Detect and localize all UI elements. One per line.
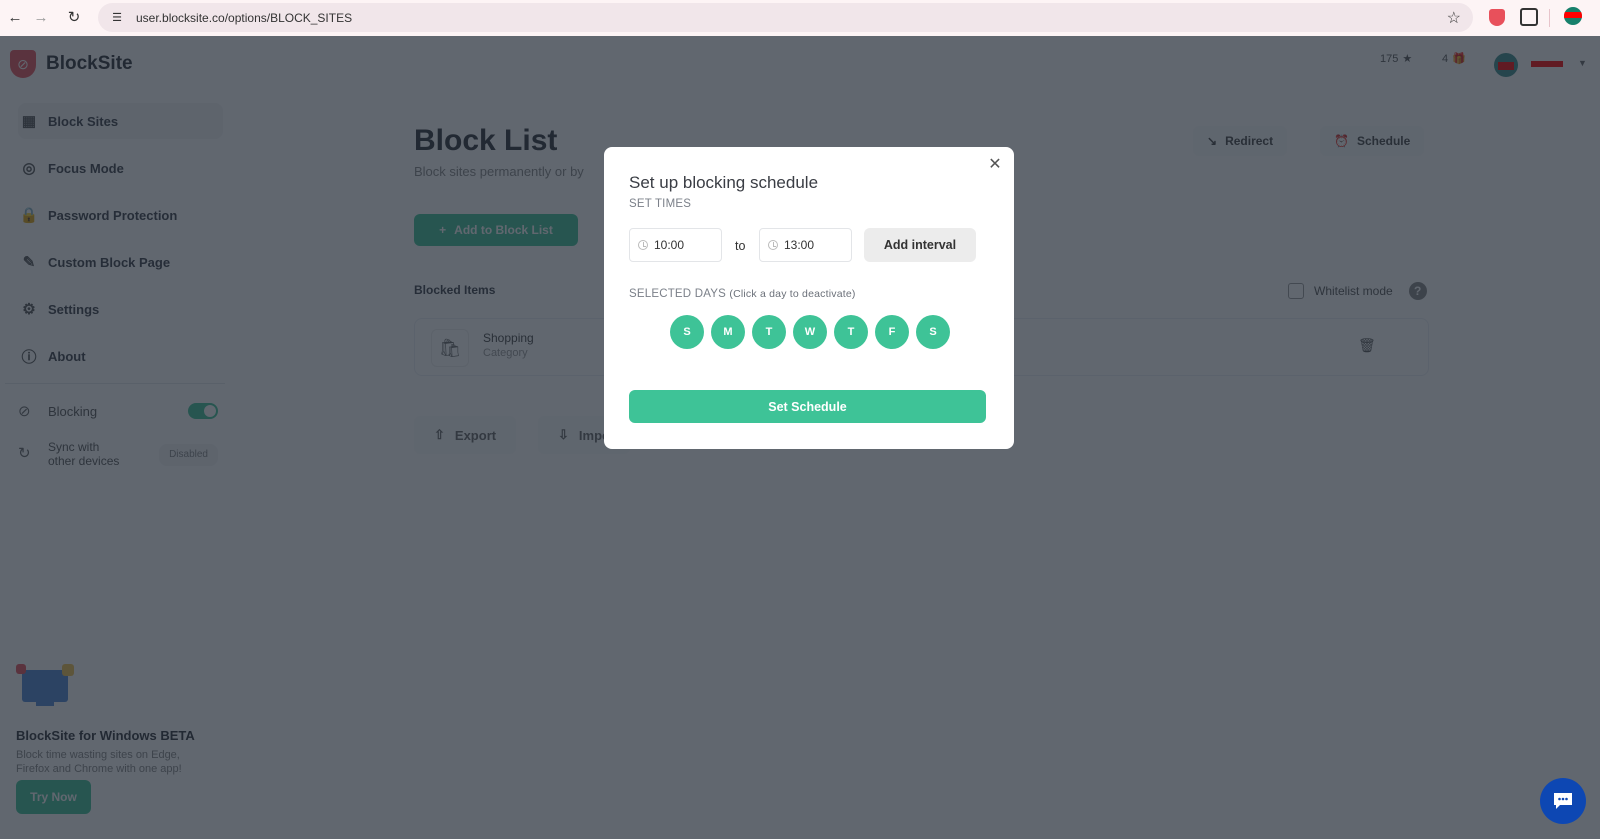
arrow-left-icon: ← [7,8,23,26]
to-label: to [735,239,746,253]
day-thursday[interactable]: T [834,315,868,349]
reload-icon: ↻ [67,9,81,26]
set-schedule-button[interactable]: Set Schedule [629,390,986,423]
selected-days-hint: (Click a day to deactivate) [729,288,856,300]
day-monday[interactable]: M [711,315,745,349]
url-text[interactable]: user.blocksite.co/options/BLOCK_SITES [136,11,352,25]
chat-support-button[interactable] [1540,778,1586,824]
clock-icon [638,240,648,250]
to-time-input[interactable]: 13:00 [759,228,852,262]
day-selector: S M T W T F S [670,315,950,349]
extensions-icon[interactable] [1520,8,1538,26]
forward-button[interactable]: → [30,6,52,28]
to-time-value: 13:00 [784,238,815,252]
modal-title: Set up blocking schedule [629,173,819,192]
day-wednesday[interactable]: W [793,315,827,349]
browser-toolbar: ← → ↻ ☰ user.blocksite.co/options/BLOCK_… [0,0,1600,36]
schedule-modal: ✕ Set up blocking schedule SET TIMES 10:… [604,147,1014,449]
back-button[interactable]: ← [4,6,26,28]
day-friday[interactable]: F [875,315,909,349]
reload-button[interactable]: ↻ [63,6,85,28]
star-icon[interactable]: ☆ [1447,8,1461,28]
close-icon[interactable]: ✕ [986,155,1004,173]
clock-icon [768,240,778,250]
selected-days-label: SELECTED DAYS (Click a day to deactivate… [629,288,856,300]
from-time-value: 10:00 [654,238,685,252]
toolbar-divider [1549,9,1550,27]
set-times-label: SET TIMES [629,198,692,210]
blocksite-extension-icon[interactable] [1489,9,1505,26]
from-time-input[interactable]: 10:00 [629,228,722,262]
day-sunday[interactable]: S [670,315,704,349]
site-info-icon[interactable]: ☰ [110,11,124,25]
profile-avatar[interactable] [1564,7,1582,25]
selected-days-title: SELECTED DAYS [629,288,726,300]
chat-bubble-icon [1554,793,1572,809]
avatar-redaction [1564,12,1582,18]
address-bar[interactable]: ☰ user.blocksite.co/options/BLOCK_SITES … [98,3,1473,32]
day-saturday[interactable]: S [916,315,950,349]
day-tuesday[interactable]: T [752,315,786,349]
add-interval-button[interactable]: Add interval [864,228,976,262]
arrow-right-icon: → [33,8,49,26]
